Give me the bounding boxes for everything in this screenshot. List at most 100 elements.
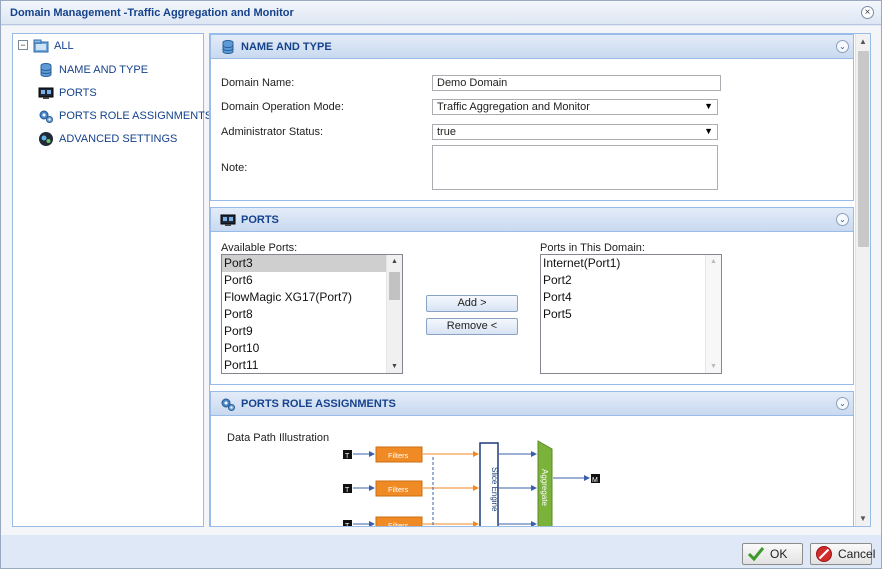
list-item[interactable]: Port10 bbox=[222, 340, 402, 357]
gears-icon bbox=[220, 396, 236, 412]
filter-label: Filters bbox=[388, 451, 409, 460]
operation-mode-select[interactable]: Traffic Aggregation and Monitor ▼ bbox=[432, 99, 718, 115]
filter-box-3: Filters bbox=[375, 516, 423, 527]
domain-ports-label: Ports in This Domain: bbox=[540, 242, 645, 254]
title-bar: Domain Management -Traffic Aggregation a… bbox=[1, 1, 881, 25]
collapse-icon[interactable]: ⌄ bbox=[836, 397, 849, 410]
slice-engine-label: Slice Engine bbox=[490, 467, 499, 512]
ports-header[interactable]: PORTS ⌄ bbox=[211, 208, 853, 232]
folder-icon bbox=[33, 38, 49, 54]
section-title: NAME AND TYPE bbox=[241, 41, 332, 53]
cancel-button[interactable]: Cancel bbox=[810, 543, 876, 565]
filter-label: Filters bbox=[388, 521, 409, 527]
add-port-button[interactable]: Add > bbox=[426, 295, 518, 312]
ports-role-assignments-section: PORTS ROLE ASSIGNMENTS ⌄ Data Path Illus… bbox=[210, 391, 854, 527]
database-icon bbox=[38, 62, 54, 78]
tree-item-label: ADVANCED SETTINGS bbox=[59, 133, 178, 145]
section-title: PORTS ROLE ASSIGNMENTS bbox=[241, 398, 396, 410]
filter-box-2: Filters bbox=[375, 480, 423, 497]
advanced-settings-icon bbox=[38, 131, 54, 147]
scroll-thumb[interactable] bbox=[858, 51, 869, 247]
admin-status-select[interactable]: true ▼ bbox=[432, 124, 718, 140]
checkmark-icon bbox=[747, 545, 765, 563]
tree-item-advanced-settings[interactable]: ADVANCED SETTINGS bbox=[38, 131, 177, 147]
domain-ports-list[interactable]: Internet(Port1) Port2 Port4 Port5 ▲ ▼ bbox=[540, 254, 722, 374]
ports-role-assignments-header[interactable]: PORTS ROLE ASSIGNMENTS ⌄ bbox=[211, 392, 853, 416]
data-path-illustration-label: Data Path Illustration bbox=[227, 432, 330, 444]
database-icon bbox=[220, 39, 236, 55]
collapse-tree-icon[interactable]: − bbox=[18, 40, 28, 50]
aggregate-label: Aggregate bbox=[540, 469, 549, 506]
scroll-down-icon[interactable]: ▼ bbox=[391, 363, 398, 370]
domain-management-dialog: Domain Management -Traffic Aggregation a… bbox=[0, 0, 882, 569]
filter-box-1: Filters bbox=[375, 446, 423, 463]
operation-mode-label: Domain Operation Mode: bbox=[221, 101, 344, 113]
list-item[interactable]: Port8 bbox=[222, 306, 402, 323]
tree-item-label: NAME AND TYPE bbox=[59, 64, 149, 76]
scroll-up-icon[interactable]: ▲ bbox=[710, 258, 717, 265]
port-tag-3: T bbox=[343, 520, 352, 527]
tree-item-label: PORTS bbox=[59, 87, 97, 99]
remove-port-button[interactable]: Remove < bbox=[426, 318, 518, 335]
ok-button[interactable]: OK bbox=[742, 543, 803, 565]
list-item[interactable]: FlowMagic XG17(Port7) bbox=[222, 289, 402, 306]
tree-item-ports[interactable]: PORTS bbox=[38, 85, 97, 101]
list-item[interactable]: Port11 bbox=[222, 357, 402, 373]
data-path-diagram: T T T Filters Filters Filters Slice Engi… bbox=[343, 440, 600, 527]
section-title: PORTS bbox=[241, 214, 279, 226]
ok-label: OK bbox=[770, 547, 788, 561]
port-tag-label: T bbox=[345, 453, 350, 460]
cancel-label: Cancel bbox=[838, 547, 876, 561]
tree-item-label: PORTS ROLE ASSIGNMENTS bbox=[59, 110, 213, 122]
slice-engine-box: Slice Engine bbox=[479, 442, 499, 526]
gears-icon bbox=[38, 108, 54, 124]
window-title: Domain Management -Traffic Aggregation a… bbox=[10, 7, 294, 19]
port-tag-2: T bbox=[343, 484, 352, 494]
list-item[interactable]: Port9 bbox=[222, 323, 402, 340]
cancel-icon bbox=[815, 545, 833, 563]
dropdown-arrow-icon: ▼ bbox=[704, 101, 713, 111]
list-item[interactable]: Port3 bbox=[222, 255, 402, 272]
dropdown-arrow-icon: ▼ bbox=[704, 126, 713, 136]
ports-icon bbox=[38, 85, 54, 101]
list-item[interactable]: Port2 bbox=[541, 272, 721, 289]
main-scrollbar[interactable]: ▲ ▼ bbox=[855, 34, 870, 526]
name-and-type-section: NAME AND TYPE ⌄ Domain Name: Demo Domain… bbox=[210, 34, 854, 201]
tree-item-all[interactable]: ALL bbox=[33, 38, 74, 54]
scroll-down-icon[interactable]: ▼ bbox=[859, 514, 867, 523]
name-and-type-header[interactable]: NAME AND TYPE ⌄ bbox=[211, 35, 853, 59]
filter-label: Filters bbox=[388, 485, 409, 494]
tree-item-ports-role-assignments[interactable]: PORTS ROLE ASSIGNMENTS bbox=[38, 108, 212, 124]
port-tag-1: T bbox=[343, 450, 352, 460]
domain-name-input[interactable]: Demo Domain bbox=[432, 75, 721, 91]
scroll-down-icon[interactable]: ▼ bbox=[710, 363, 717, 370]
collapse-icon[interactable]: ⌄ bbox=[836, 40, 849, 53]
tree-item-label: ALL bbox=[54, 40, 74, 52]
list-item[interactable]: Internet(Port1) bbox=[541, 255, 721, 272]
list-item[interactable]: Port6 bbox=[222, 272, 402, 289]
list-item[interactable]: Port5 bbox=[541, 306, 721, 323]
admin-status-label: Administrator Status: bbox=[221, 126, 324, 138]
domain-name-label: Domain Name: bbox=[221, 77, 295, 89]
operation-mode-value: Traffic Aggregation and Monitor bbox=[437, 101, 590, 113]
scroll-up-icon[interactable]: ▲ bbox=[391, 258, 398, 265]
available-ports-list[interactable]: Port3 Port6 FlowMagic XG17(Port7) Port8 … bbox=[221, 254, 403, 374]
close-icon[interactable]: × bbox=[861, 6, 874, 19]
list-scrollbar[interactable]: ▲ ▼ bbox=[705, 255, 721, 373]
list-scrollbar[interactable]: ▲ ▼ bbox=[386, 255, 402, 373]
list-item[interactable]: Port4 bbox=[541, 289, 721, 306]
tree-item-name-and-type[interactable]: NAME AND TYPE bbox=[38, 62, 148, 78]
port-tag-label: T bbox=[345, 487, 350, 494]
admin-status-value: true bbox=[437, 126, 456, 138]
note-textarea[interactable] bbox=[432, 145, 718, 190]
ports-icon bbox=[220, 212, 236, 228]
scroll-thumb[interactable] bbox=[389, 272, 400, 300]
aggregate-box: Aggregate bbox=[537, 440, 553, 526]
scroll-up-icon[interactable]: ▲ bbox=[859, 37, 867, 46]
monitor-tag-label: M bbox=[592, 477, 598, 484]
port-tag-label: T bbox=[345, 523, 350, 527]
ports-section: PORTS ⌄ Available Ports: Port3 Port6 Flo… bbox=[210, 207, 854, 385]
collapse-icon[interactable]: ⌄ bbox=[836, 213, 849, 226]
monitor-tag: M bbox=[591, 474, 600, 484]
available-ports-label: Available Ports: bbox=[221, 242, 298, 254]
